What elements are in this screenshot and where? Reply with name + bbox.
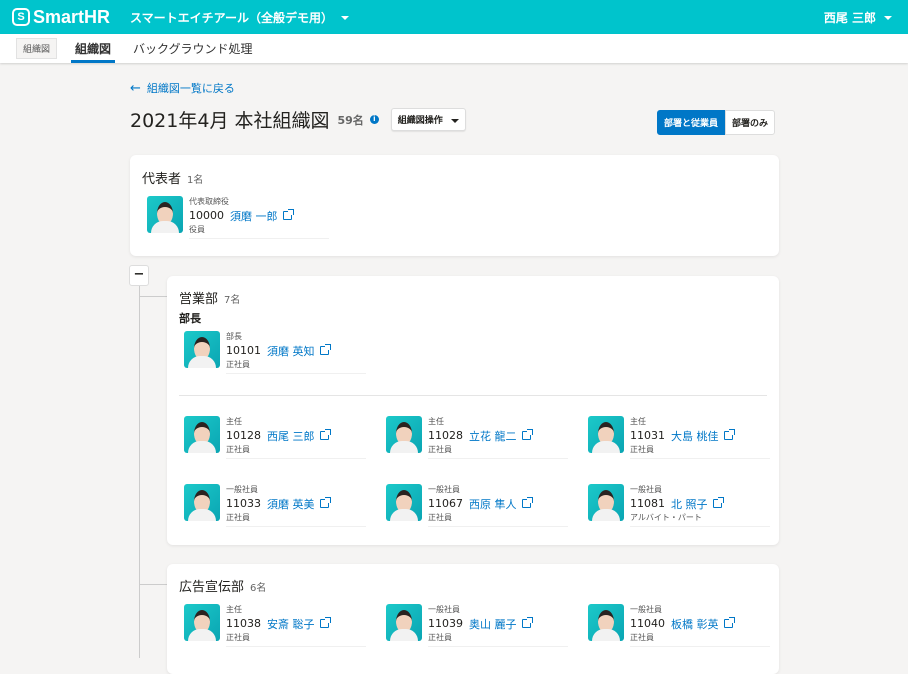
arrow-left-icon: ← xyxy=(130,80,141,96)
dept-card-representative: 代表者 1名 代表取締役 10000 須磨 一郎 役員 xyxy=(130,155,779,256)
employee-card: 主任 11028 立花 龍二 正社員 xyxy=(386,416,576,459)
employee-card: 主任 11031 大島 桃佳 正社員 xyxy=(588,416,778,459)
external-link-icon[interactable] xyxy=(319,497,331,508)
external-link-icon[interactable] xyxy=(521,617,533,628)
employee-card: 主任 11038 安斎 聡子 正社員 xyxy=(184,604,374,647)
employee-link[interactable]: 須磨 英知 xyxy=(267,343,315,359)
info-icon[interactable]: i xyxy=(369,115,379,124)
employee-link[interactable]: 北 照子 xyxy=(671,496,708,512)
collapse-button[interactable]: − xyxy=(129,265,149,286)
employee-card: 主任 10128 西尾 三郎 正社員 xyxy=(184,416,374,459)
avatar xyxy=(386,416,422,453)
employee-link[interactable]: 立花 龍二 xyxy=(469,428,517,444)
avatar xyxy=(588,484,624,521)
employee-link[interactable]: 須磨 英美 xyxy=(267,496,315,512)
avatar xyxy=(588,604,624,641)
app-name-badge: 組織図 xyxy=(16,38,58,59)
avatar xyxy=(588,416,624,453)
employee-card: 一般社員 11040 板橋 彰英 正社員 xyxy=(588,604,778,647)
external-link-icon[interactable] xyxy=(319,429,331,440)
head-label: 部長 xyxy=(179,312,201,325)
smarthr-logo[interactable]: S SmartHR xyxy=(12,7,110,28)
dept-heading: 広告宣伝部 6名 xyxy=(179,580,267,595)
tree-line xyxy=(139,286,140,658)
external-link-icon[interactable] xyxy=(712,497,724,508)
employee-link[interactable]: 安斎 聡子 xyxy=(267,616,315,632)
dept-card-sales: 営業部 7名 部長 部長 10101 須磨 英知 正社員 主任 10128 西尾 三郎 正社員… xyxy=(167,276,779,545)
avatar xyxy=(184,416,220,453)
external-link-icon[interactable] xyxy=(723,429,735,440)
external-link-icon[interactable] xyxy=(521,429,533,440)
employee-card: 一般社員 11039 奥山 麗子 正社員 xyxy=(386,604,576,647)
company-switcher[interactable]: スマートエイチアール（全般デモ用） xyxy=(130,9,349,26)
dept-heading: 代表者 1名 xyxy=(142,172,204,187)
employee-card: 部長 10101 須磨 英知 正社員 xyxy=(184,331,374,374)
app-tabs: 組織図 組織図 バックグラウンド処理 xyxy=(0,34,908,63)
toggle-depts-only[interactable]: 部署のみ xyxy=(725,110,776,135)
employee-card: 一般社員 11033 須磨 英美 正社員 xyxy=(184,484,374,527)
employee-card: 一般社員 11067 西原 隼人 正社員 xyxy=(386,484,576,527)
page-title: 2021年4月 本社組織図 xyxy=(130,110,330,132)
avatar xyxy=(386,604,422,641)
external-link-icon[interactable] xyxy=(521,497,533,508)
logo-icon: S xyxy=(12,8,30,26)
employee-link[interactable]: 板橋 彰英 xyxy=(671,616,719,632)
external-link-icon[interactable] xyxy=(319,617,331,628)
user-menu[interactable]: 西尾 三郎 xyxy=(824,9,892,26)
external-link-icon[interactable] xyxy=(319,344,331,355)
employee-card: 一般社員 11081 北 照子 アルバイト・パート xyxy=(588,484,778,527)
avatar xyxy=(147,196,183,233)
external-link-icon[interactable] xyxy=(282,209,294,220)
avatar xyxy=(184,604,220,641)
tab-org-chart[interactable]: 組織図 xyxy=(71,34,116,63)
tree-connector xyxy=(140,584,167,585)
employee-link[interactable]: 西原 隼人 xyxy=(469,496,517,512)
caret-down-icon xyxy=(340,16,349,20)
toggle-depts-and-employees[interactable]: 部署と従業員 xyxy=(657,110,726,135)
caret-down-icon xyxy=(884,16,892,20)
avatar xyxy=(184,484,220,521)
member-count: 59名 xyxy=(337,113,364,127)
external-link-icon[interactable] xyxy=(723,617,735,628)
tree-connector xyxy=(140,296,167,297)
back-link[interactable]: ← 組織図一覧に戻る xyxy=(130,80,235,96)
page-header: 2021年4月 本社組織図 59名 i 組織図操作 xyxy=(130,106,466,133)
avatar xyxy=(184,331,220,368)
employee-link[interactable]: 奥山 麗子 xyxy=(469,616,517,632)
employee-link[interactable]: 西尾 三郎 xyxy=(267,428,315,444)
top-header: S SmartHR スマートエイチアール（全般デモ用） 西尾 三郎 xyxy=(0,0,908,34)
tab-background-jobs[interactable]: バックグラウンド処理 xyxy=(129,34,257,63)
avatar xyxy=(386,484,422,521)
view-toggle: 部署と従業員 部署のみ xyxy=(657,110,776,135)
employee-link[interactable]: 大島 桃佳 xyxy=(671,428,719,444)
caret-down-icon xyxy=(450,118,459,123)
org-chart-ops-dropdown[interactable]: 組織図操作 xyxy=(390,108,466,131)
employee-card: 代表取締役 10000 須磨 一郎 役員 xyxy=(147,196,337,239)
employee-link[interactable]: 須磨 一郎 xyxy=(230,208,278,224)
divider xyxy=(179,395,767,396)
dept-heading: 営業部 7名 xyxy=(179,292,241,307)
